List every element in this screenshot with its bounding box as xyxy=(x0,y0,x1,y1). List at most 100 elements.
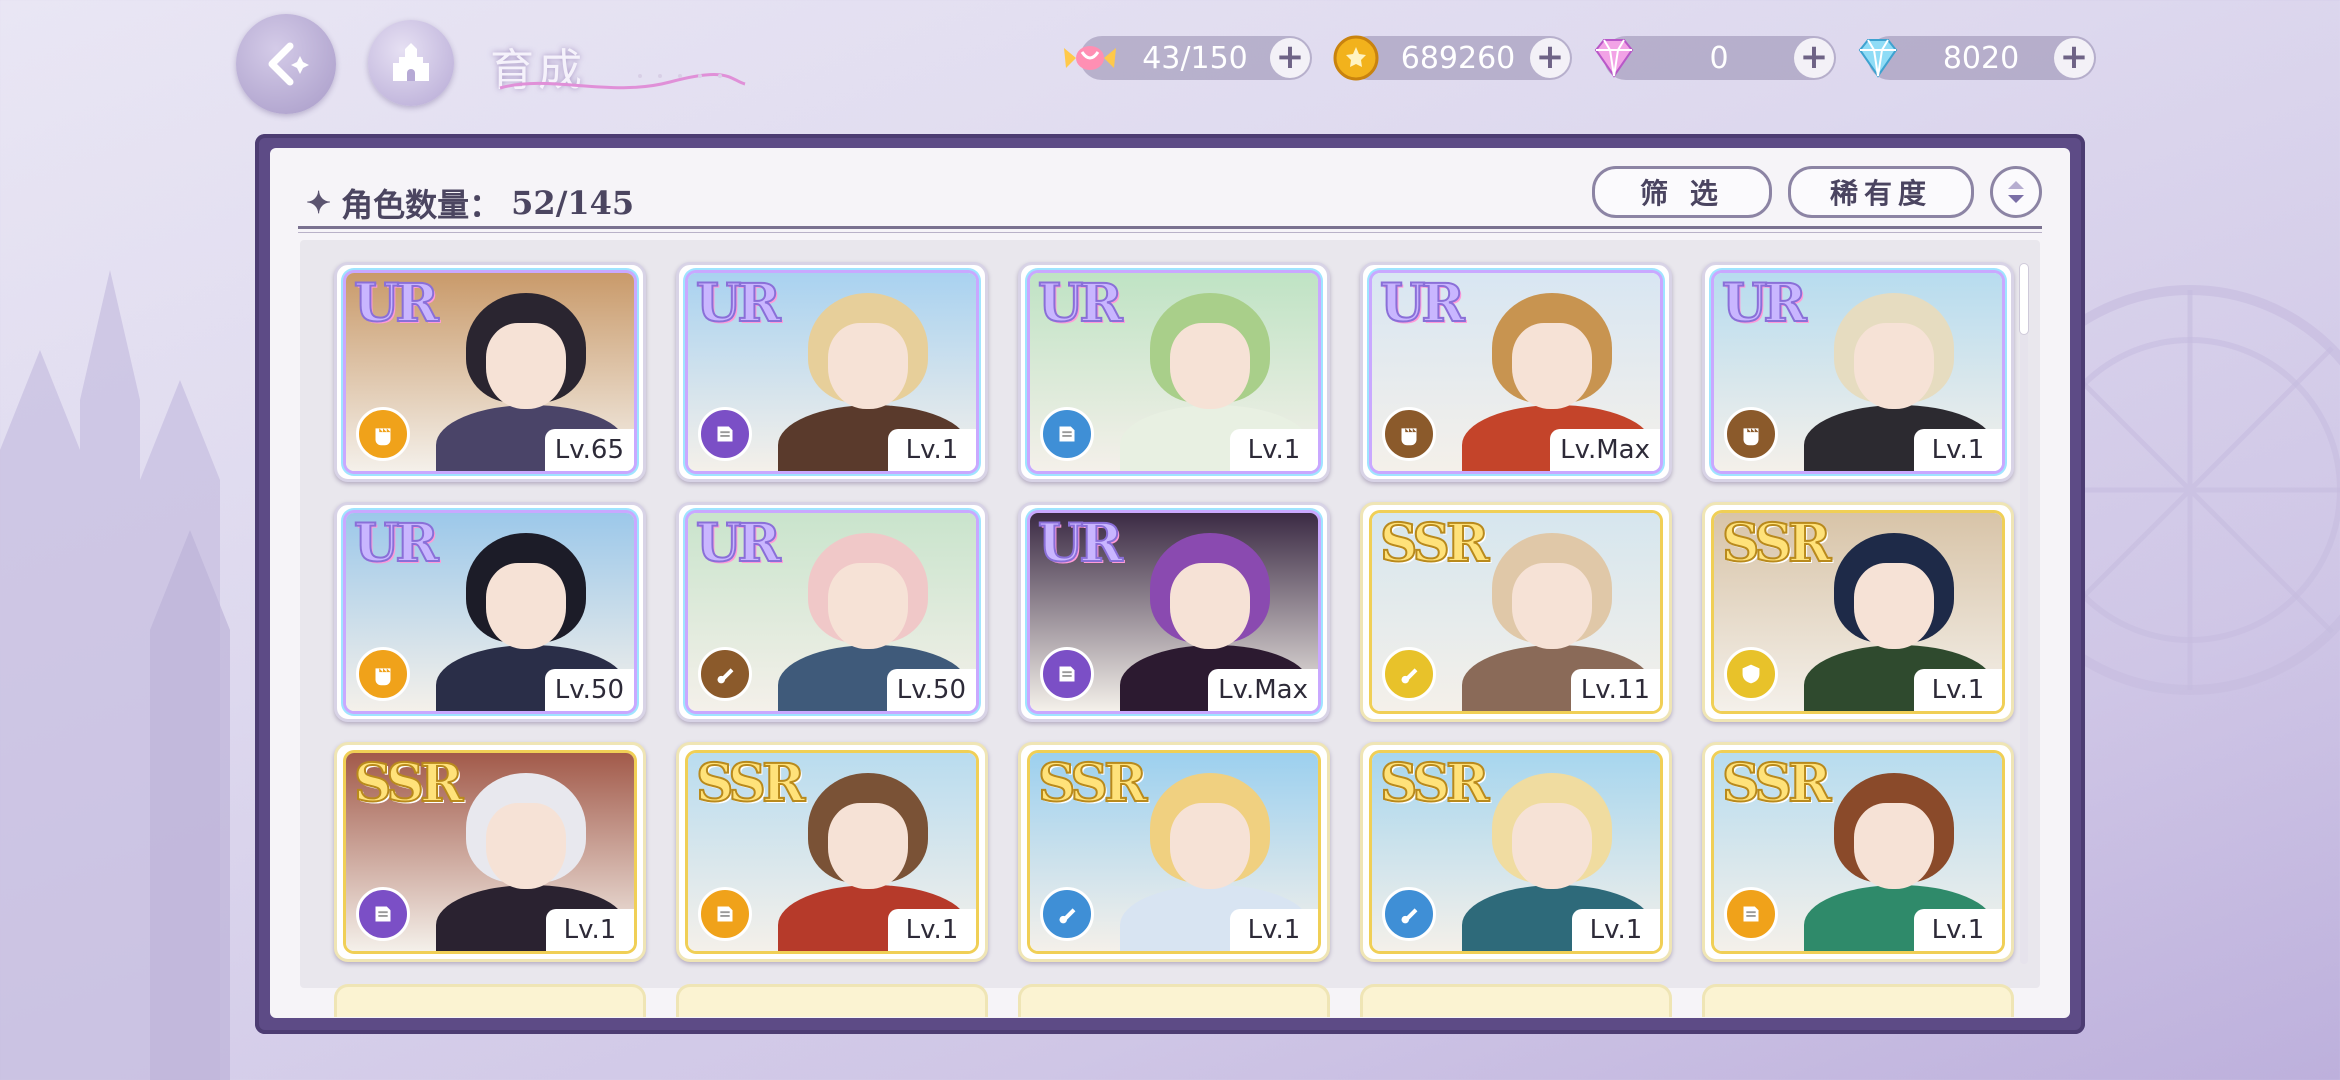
home-button[interactable] xyxy=(368,20,454,106)
add-pink-gem-button[interactable]: + xyxy=(1794,38,1834,78)
rarity-badge: SSR xyxy=(1721,513,1832,575)
level-label: Lv.1 xyxy=(888,909,976,951)
rarity-badge: UR xyxy=(1721,273,1808,335)
character-card[interactable]: UR Lv.1 xyxy=(676,262,988,482)
character-portrait: SSR Lv.1 xyxy=(1372,753,1660,951)
partial-card[interactable] xyxy=(676,984,988,1017)
title-underline-decoration xyxy=(499,73,746,90)
add-stamina-button[interactable]: + xyxy=(1270,38,1310,78)
rarity-badge: UR xyxy=(353,513,440,575)
rarity-badge: SSR xyxy=(1379,513,1490,575)
level-label: Lv.50 xyxy=(544,669,634,711)
rarity-badge: SSR xyxy=(353,753,464,815)
level-label: Lv.50 xyxy=(886,669,976,711)
level-label: Lv.1 xyxy=(888,429,976,471)
rarity-badge: SSR xyxy=(1379,753,1490,815)
header-divider-thin xyxy=(298,232,2042,233)
portrait-face xyxy=(1854,323,1934,409)
gold-coin-icon xyxy=(1333,35,1379,81)
filter-button[interactable]: 筛 选 xyxy=(1592,166,1772,218)
role-shield-icon xyxy=(1724,647,1778,701)
character-portrait: UR Lv.1 xyxy=(1030,273,1318,471)
character-portrait: SSR Lv.1 xyxy=(688,753,976,951)
character-card[interactable]: SSR Lv.1 xyxy=(1702,502,2014,722)
rarity-badge: UR xyxy=(1037,513,1124,575)
character-card[interactable]: SSR Lv.1 xyxy=(1018,742,1330,962)
level-label: Lv.1 xyxy=(1914,429,2002,471)
partial-card[interactable] xyxy=(334,984,646,1017)
role-fist-icon xyxy=(1382,407,1436,461)
candy-icon xyxy=(1064,46,1116,70)
role-book-icon xyxy=(1040,647,1094,701)
rarity-badge: UR xyxy=(695,273,782,335)
back-button[interactable] xyxy=(236,14,336,114)
character-card[interactable]: UR Lv.Max xyxy=(1360,262,1672,482)
character-card[interactable]: SSR Lv.1 xyxy=(676,742,988,962)
portrait-face xyxy=(1170,563,1250,649)
rarity-badge: SSR xyxy=(695,753,806,815)
header-divider xyxy=(298,226,2042,229)
character-count: ✦ 角色数量： 52/145 xyxy=(306,180,634,226)
level-label: Lv.11 xyxy=(1570,669,1660,711)
character-card[interactable]: UR Lv.50 xyxy=(676,502,988,722)
level-label: Lv.Max xyxy=(1550,429,1660,471)
character-portrait: SSR Lv.1 xyxy=(1030,753,1318,951)
character-card[interactable]: SSR Lv.1 xyxy=(1702,742,2014,962)
portrait-face xyxy=(828,323,908,409)
character-card[interactable]: SSR Lv.1 xyxy=(1360,742,1672,962)
portrait-face xyxy=(1170,803,1250,889)
character-portrait: SSR Lv.1 xyxy=(1714,513,2002,711)
portrait-face xyxy=(1512,323,1592,409)
character-card[interactable]: SSR Lv.11 xyxy=(1360,502,1672,722)
partial-card[interactable] xyxy=(1018,984,1330,1017)
role-horn-icon xyxy=(1040,887,1094,941)
partial-card[interactable] xyxy=(1702,984,2014,1017)
portrait-face xyxy=(1854,803,1934,889)
sort-order-button[interactable] xyxy=(1990,166,2042,218)
level-label: Lv.1 xyxy=(1914,909,2002,951)
add-gold-button[interactable]: + xyxy=(1530,38,1570,78)
portrait-face xyxy=(1512,563,1592,649)
add-blue-gem-button[interactable]: + xyxy=(2054,38,2094,78)
role-horn-icon xyxy=(1382,887,1436,941)
scrollbar-track[interactable] xyxy=(2020,264,2028,964)
role-book-icon xyxy=(698,407,752,461)
portrait-face xyxy=(1170,323,1250,409)
character-card[interactable]: UR Lv.1 xyxy=(1702,262,2014,482)
sort-order-icon xyxy=(2008,181,2024,203)
castle-home-icon xyxy=(393,43,429,81)
rarity-badge: SSR xyxy=(1037,753,1148,815)
partial-card[interactable] xyxy=(1360,984,1672,1017)
rarity-badge: UR xyxy=(353,273,440,335)
pink-diamond-icon xyxy=(1594,39,1634,78)
character-card[interactable]: UR Lv.Max xyxy=(1018,502,1330,722)
role-horn-icon xyxy=(1382,647,1436,701)
character-card[interactable]: UR Lv.50 xyxy=(334,502,646,722)
portrait-face xyxy=(486,803,566,889)
character-portrait: SSR Lv.11 xyxy=(1372,513,1660,711)
character-card[interactable]: UR Lv.1 xyxy=(1018,262,1330,482)
role-book-icon xyxy=(1040,407,1094,461)
scrollbar-thumb[interactable] xyxy=(2020,264,2028,334)
role-book-icon xyxy=(698,887,752,941)
rarity-badge: UR xyxy=(695,513,782,575)
character-portrait: SSR Lv.1 xyxy=(1714,753,2002,951)
portrait-face xyxy=(1512,803,1592,889)
blue-diamond-icon xyxy=(1858,39,1898,78)
character-count-value: 52/145 xyxy=(511,184,635,222)
character-portrait: UR Lv.Max xyxy=(1372,273,1660,471)
rarity-badge: UR xyxy=(1037,273,1124,335)
role-book-icon xyxy=(356,887,410,941)
character-portrait: UR Lv.1 xyxy=(1714,273,2002,471)
level-label: Lv.65 xyxy=(544,429,634,471)
sort-rarity-button[interactable]: 稀有度 xyxy=(1788,166,1974,218)
pink-gem-counter: 0 + xyxy=(1594,36,1836,80)
character-card[interactable]: UR Lv.65 xyxy=(334,262,646,482)
rarity-badge: SSR xyxy=(1721,753,1832,815)
character-card[interactable]: SSR Lv.1 xyxy=(334,742,646,962)
blue-gem-counter: 8020 + xyxy=(1858,36,2096,80)
character-portrait: UR Lv.65 xyxy=(346,273,634,471)
portrait-face xyxy=(486,563,566,649)
character-portrait: UR Lv.1 xyxy=(688,273,976,471)
role-horn-icon xyxy=(698,647,752,701)
